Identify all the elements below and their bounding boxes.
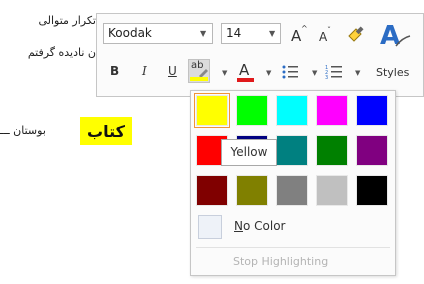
- doc-text-line-1: تکرار متوالی: [38, 14, 96, 27]
- bullets-button[interactable]: [281, 62, 299, 82]
- color-swatch[interactable]: [316, 95, 348, 126]
- shrink-font-button[interactable]: A ˇ: [318, 26, 334, 46]
- highlight-color-bar: [190, 77, 208, 81]
- numbering-icon: 1 2 3: [325, 65, 342, 81]
- color-tooltip: Yellow: [221, 139, 277, 166]
- font-name-chevron-down-icon[interactable]: ▼: [200, 29, 206, 38]
- font-color-bar: [237, 78, 254, 82]
- color-swatch[interactable]: [276, 175, 308, 206]
- doc-text-line-2: ن نادیده گرفتم: [27, 46, 96, 59]
- shrink-font-icon: A: [319, 30, 328, 44]
- italic-button[interactable]: I: [139, 64, 153, 80]
- color-swatch[interactable]: [356, 175, 388, 206]
- highlighted-word: کتاب: [80, 117, 132, 145]
- italic-label: I: [142, 64, 147, 78]
- no-color-accelerator: N: [234, 219, 243, 233]
- grow-font-button[interactable]: A ^: [290, 24, 308, 46]
- palette-separator: [196, 247, 390, 248]
- numbering-chevron-down-icon[interactable]: ▼: [355, 69, 360, 77]
- styles-label[interactable]: Styles: [376, 66, 409, 79]
- font-color-chevron-down-icon[interactable]: ▼: [266, 69, 271, 77]
- font-size-chevron-down-icon[interactable]: ▼: [269, 29, 275, 38]
- grow-font-caret-icon: ^: [301, 24, 308, 33]
- stop-highlighting-option[interactable]: Stop Highlighting: [233, 255, 328, 268]
- format-painter-icon: [348, 26, 364, 42]
- font-name-combobox[interactable]: Koodak: [103, 23, 213, 44]
- font-name-value: Koodak: [108, 26, 152, 40]
- highlight-chevron-down-icon[interactable]: ▼: [222, 69, 227, 77]
- styles-a-icon: A: [380, 21, 411, 51]
- font-color-glyph: A: [239, 61, 250, 79]
- color-swatch[interactable]: [356, 135, 388, 166]
- color-swatch[interactable]: [356, 95, 388, 126]
- color-swatch[interactable]: [276, 95, 308, 126]
- font-size-value: 14: [226, 26, 242, 40]
- no-color-swatch[interactable]: [198, 215, 222, 239]
- grow-font-icon: A: [291, 27, 302, 45]
- color-swatch[interactable]: [236, 95, 268, 126]
- format-painter-button[interactable]: [346, 24, 366, 46]
- doc-text-line-3: بوستان ـــ: [0, 124, 46, 137]
- no-color-label-rest: o Color: [242, 219, 286, 233]
- no-color-option[interactable]: No Color: [234, 219, 285, 233]
- underline-label: U: [168, 64, 177, 78]
- text-highlight-color-button[interactable]: ab: [188, 59, 210, 83]
- color-swatch[interactable]: [236, 175, 268, 206]
- bold-button[interactable]: B: [109, 64, 123, 80]
- color-swatch[interactable]: [196, 175, 228, 206]
- underline-button[interactable]: U: [166, 64, 180, 80]
- shrink-font-caret-icon: ˇ: [327, 26, 331, 35]
- color-swatch[interactable]: [194, 93, 230, 128]
- font-color-button[interactable]: A: [236, 61, 256, 83]
- numbering-button[interactable]: 1 2 3: [325, 62, 343, 82]
- color-swatch[interactable]: [316, 175, 348, 206]
- bold-label: B: [110, 64, 120, 78]
- color-swatch[interactable]: [276, 135, 308, 166]
- color-swatch[interactable]: [316, 135, 348, 166]
- styles-gallery-button[interactable]: A: [378, 20, 412, 51]
- bullets-icon: [282, 65, 298, 79]
- bullets-chevron-down-icon[interactable]: ▼: [312, 69, 317, 77]
- svg-text:3: 3: [325, 75, 328, 81]
